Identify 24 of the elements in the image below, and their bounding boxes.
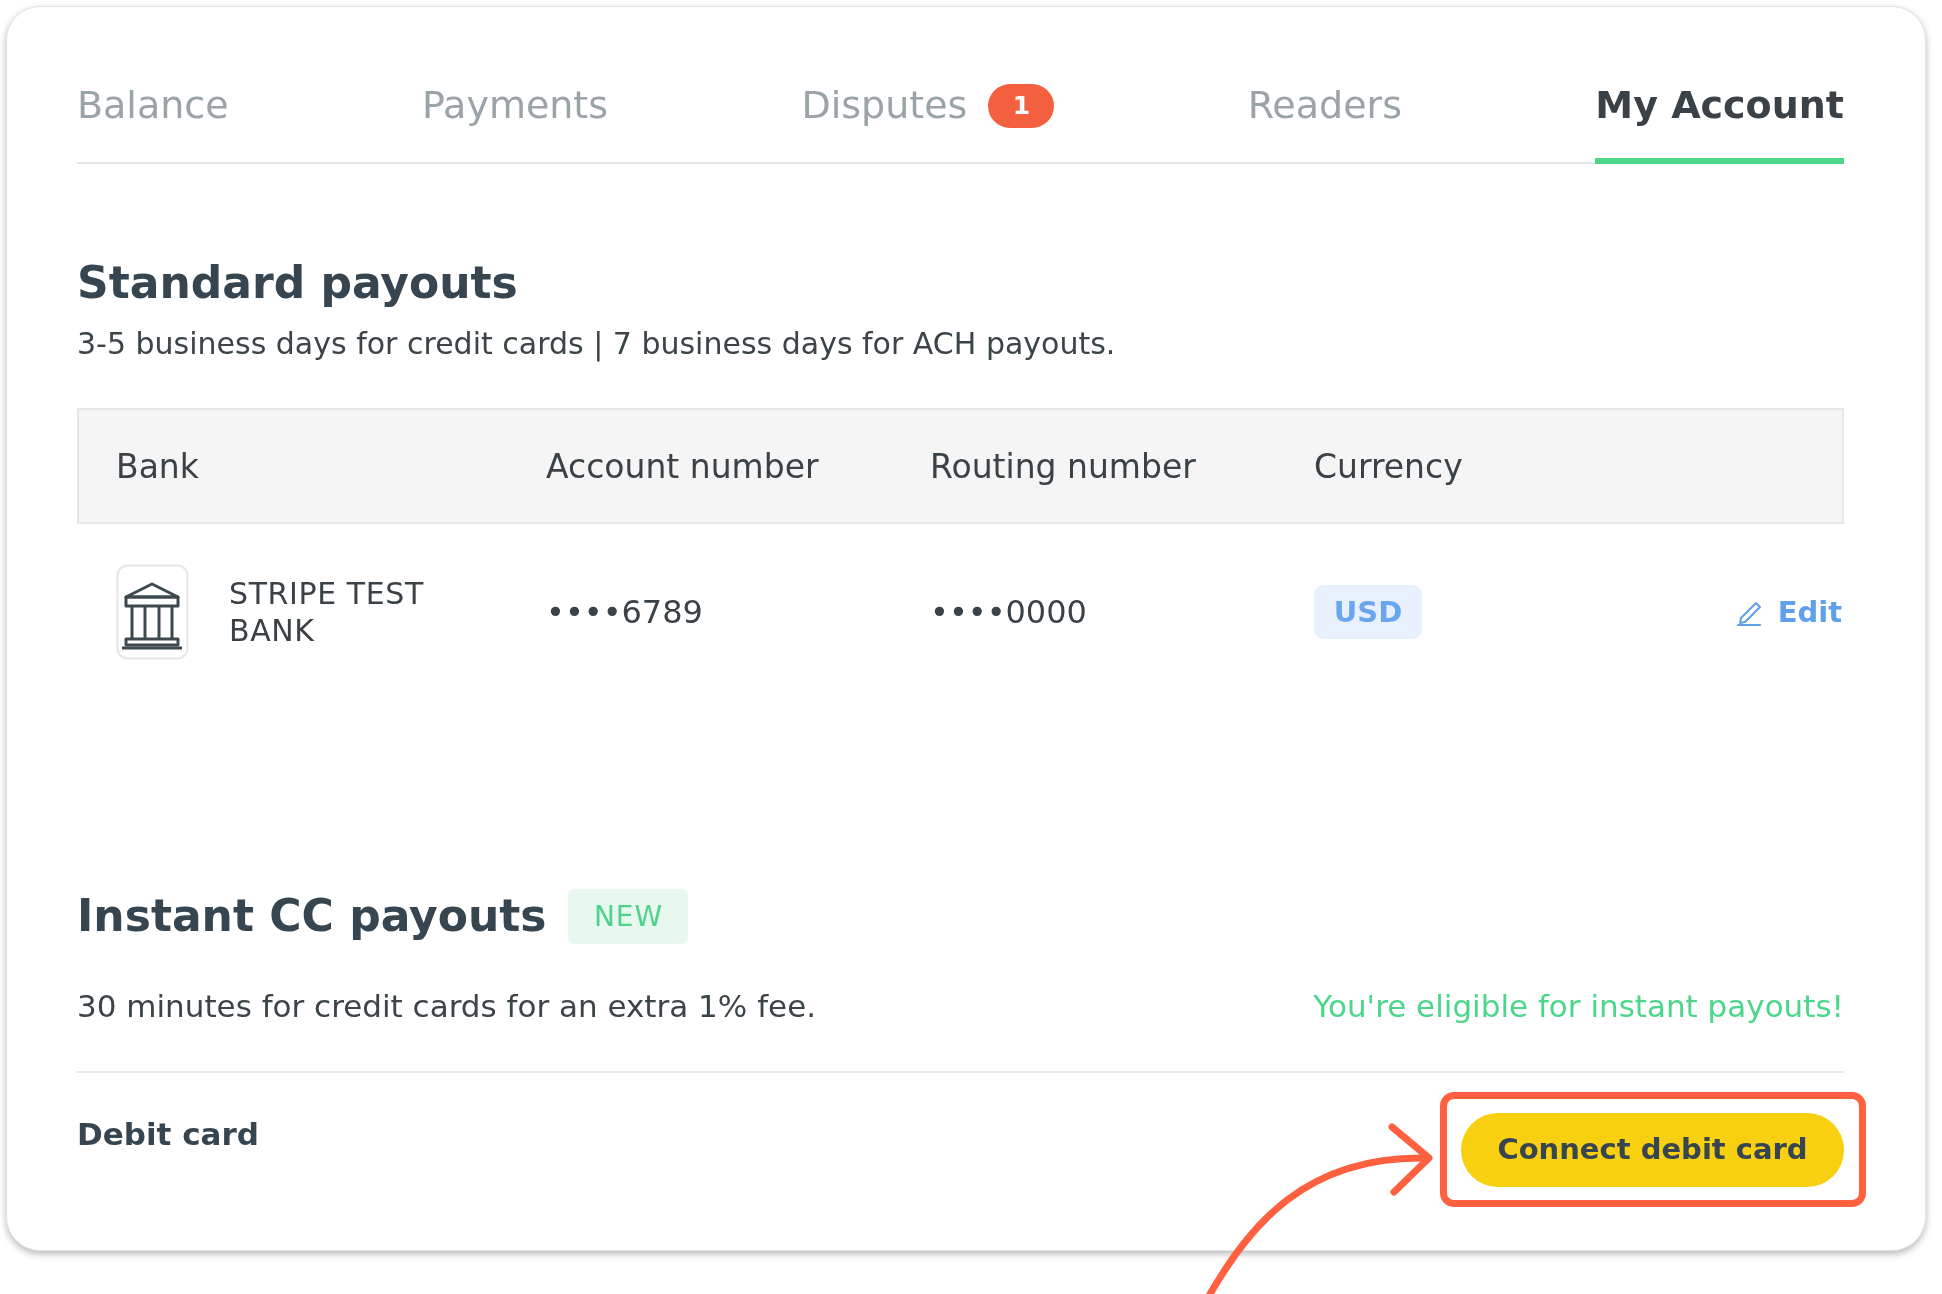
tab[interactable]: My Account bbox=[1595, 83, 1844, 164]
edit-link[interactable]: Edit bbox=[1736, 590, 1842, 635]
bank-icon bbox=[116, 564, 189, 661]
column-header: Currency bbox=[1314, 446, 1463, 486]
new-tag: NEW bbox=[568, 889, 689, 945]
tab[interactable]: Disputes 1 bbox=[801, 83, 1055, 164]
bank-name: STRIPE TEST BANK bbox=[229, 575, 425, 650]
currency-tag: USD bbox=[1314, 585, 1422, 640]
tab[interactable]: Readers bbox=[1247, 83, 1402, 164]
tab[interactable]: Payments bbox=[421, 83, 609, 164]
section-description: 30 minutes for credit cards for an extra 1% fee. bbox=[77, 988, 817, 1026]
connect-debit-card-button[interactable]: Connect debit card bbox=[1461, 1112, 1844, 1187]
tab[interactable]: Balance bbox=[77, 83, 229, 164]
column-header: Bank bbox=[116, 446, 199, 486]
debit-card-label: Debit card bbox=[77, 1115, 259, 1153]
section-title: Standard payouts bbox=[77, 256, 519, 310]
column-header: Routing number bbox=[930, 446, 1196, 486]
count-badge: 1 bbox=[988, 83, 1055, 128]
column-header: Account number bbox=[546, 446, 819, 486]
table-cell: ••••6789 bbox=[546, 593, 703, 632]
section-title: Instant CC payouts bbox=[77, 890, 547, 944]
section-subtitle: 3-5 business days for credit cards | 7 business days for ACH payouts. bbox=[77, 326, 1117, 363]
table-cell: ••••0000 bbox=[930, 593, 1087, 632]
eligibility-message: You're eligible for instant payouts! bbox=[1313, 988, 1844, 1026]
